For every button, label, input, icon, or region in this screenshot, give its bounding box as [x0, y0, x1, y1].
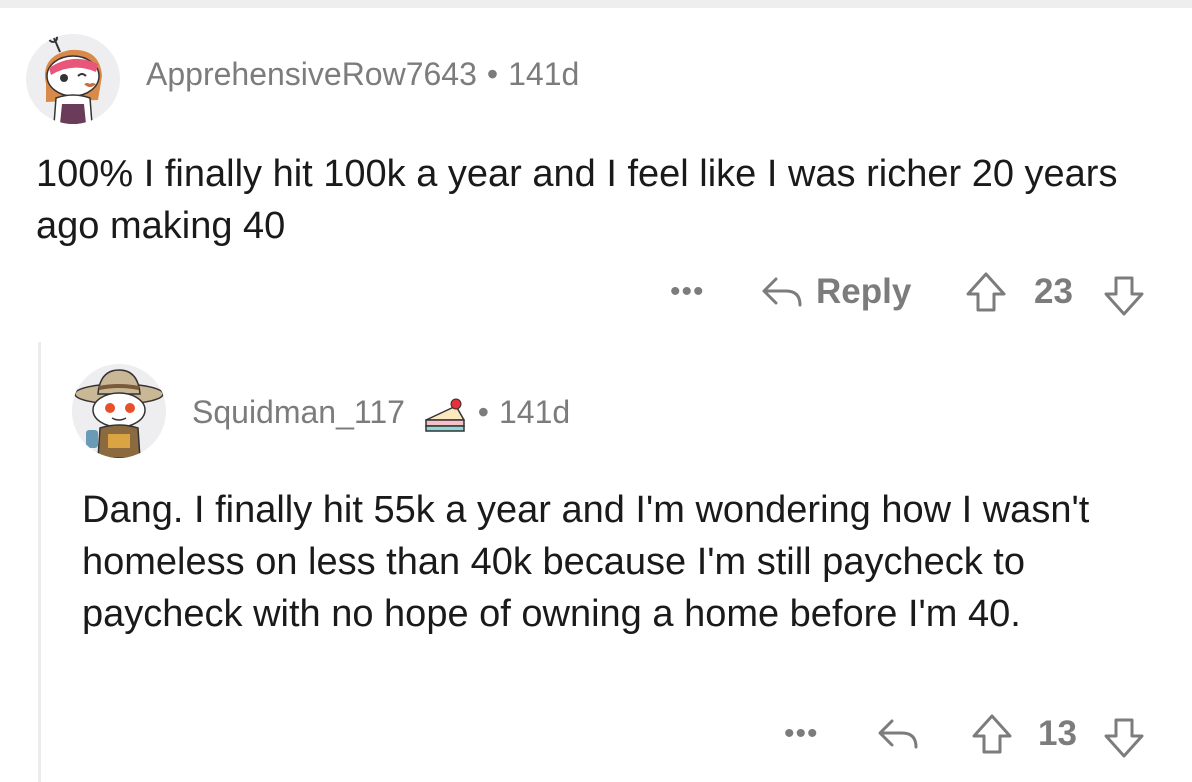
reply-arrow-icon [762, 277, 802, 307]
comment-body: Dang. I finally hit 55k a year and I'm w… [82, 489, 1090, 635]
meta-separator: • [477, 394, 489, 430]
comment-body: 100% I finally hit 100k a year and I fee… [36, 153, 1118, 247]
downvote-arrow-icon[interactable] [1102, 274, 1146, 318]
comment-age: 141d [508, 56, 580, 92]
vote-score: 23 [1034, 272, 1073, 311]
top-divider [0, 0, 1192, 8]
snoo-avatar-icon [28, 34, 118, 124]
username[interactable]: Squidman_117 [192, 394, 405, 430]
vote-score: 13 [1038, 714, 1077, 753]
comment-age: 141d [499, 394, 571, 430]
downvote-arrow-icon[interactable] [1102, 716, 1146, 760]
reply-label: Reply [816, 272, 912, 311]
comment-actions: ••• Reply 23 [0, 262, 1192, 322]
username[interactable]: ApprehensiveRow7643 [146, 56, 477, 92]
cake-day-icon [425, 398, 465, 432]
more-options-button[interactable]: ••• [784, 704, 819, 764]
comment-header: Squidman_117 • 141d [192, 394, 570, 434]
more-options-button[interactable]: ••• [670, 262, 705, 322]
user-avatar[interactable] [26, 34, 120, 124]
reply-arrow-icon[interactable] [876, 717, 920, 753]
comment-header: ApprehensiveRow7643 • 141d [146, 56, 579, 93]
snoo-avatar-icon [72, 364, 166, 458]
meta-separator: • [486, 56, 499, 92]
upvote-arrow-icon[interactable] [964, 270, 1008, 314]
comment-actions: ••• 13 [0, 704, 1192, 764]
user-avatar[interactable] [72, 364, 166, 458]
upvote-arrow-icon[interactable] [970, 712, 1014, 756]
